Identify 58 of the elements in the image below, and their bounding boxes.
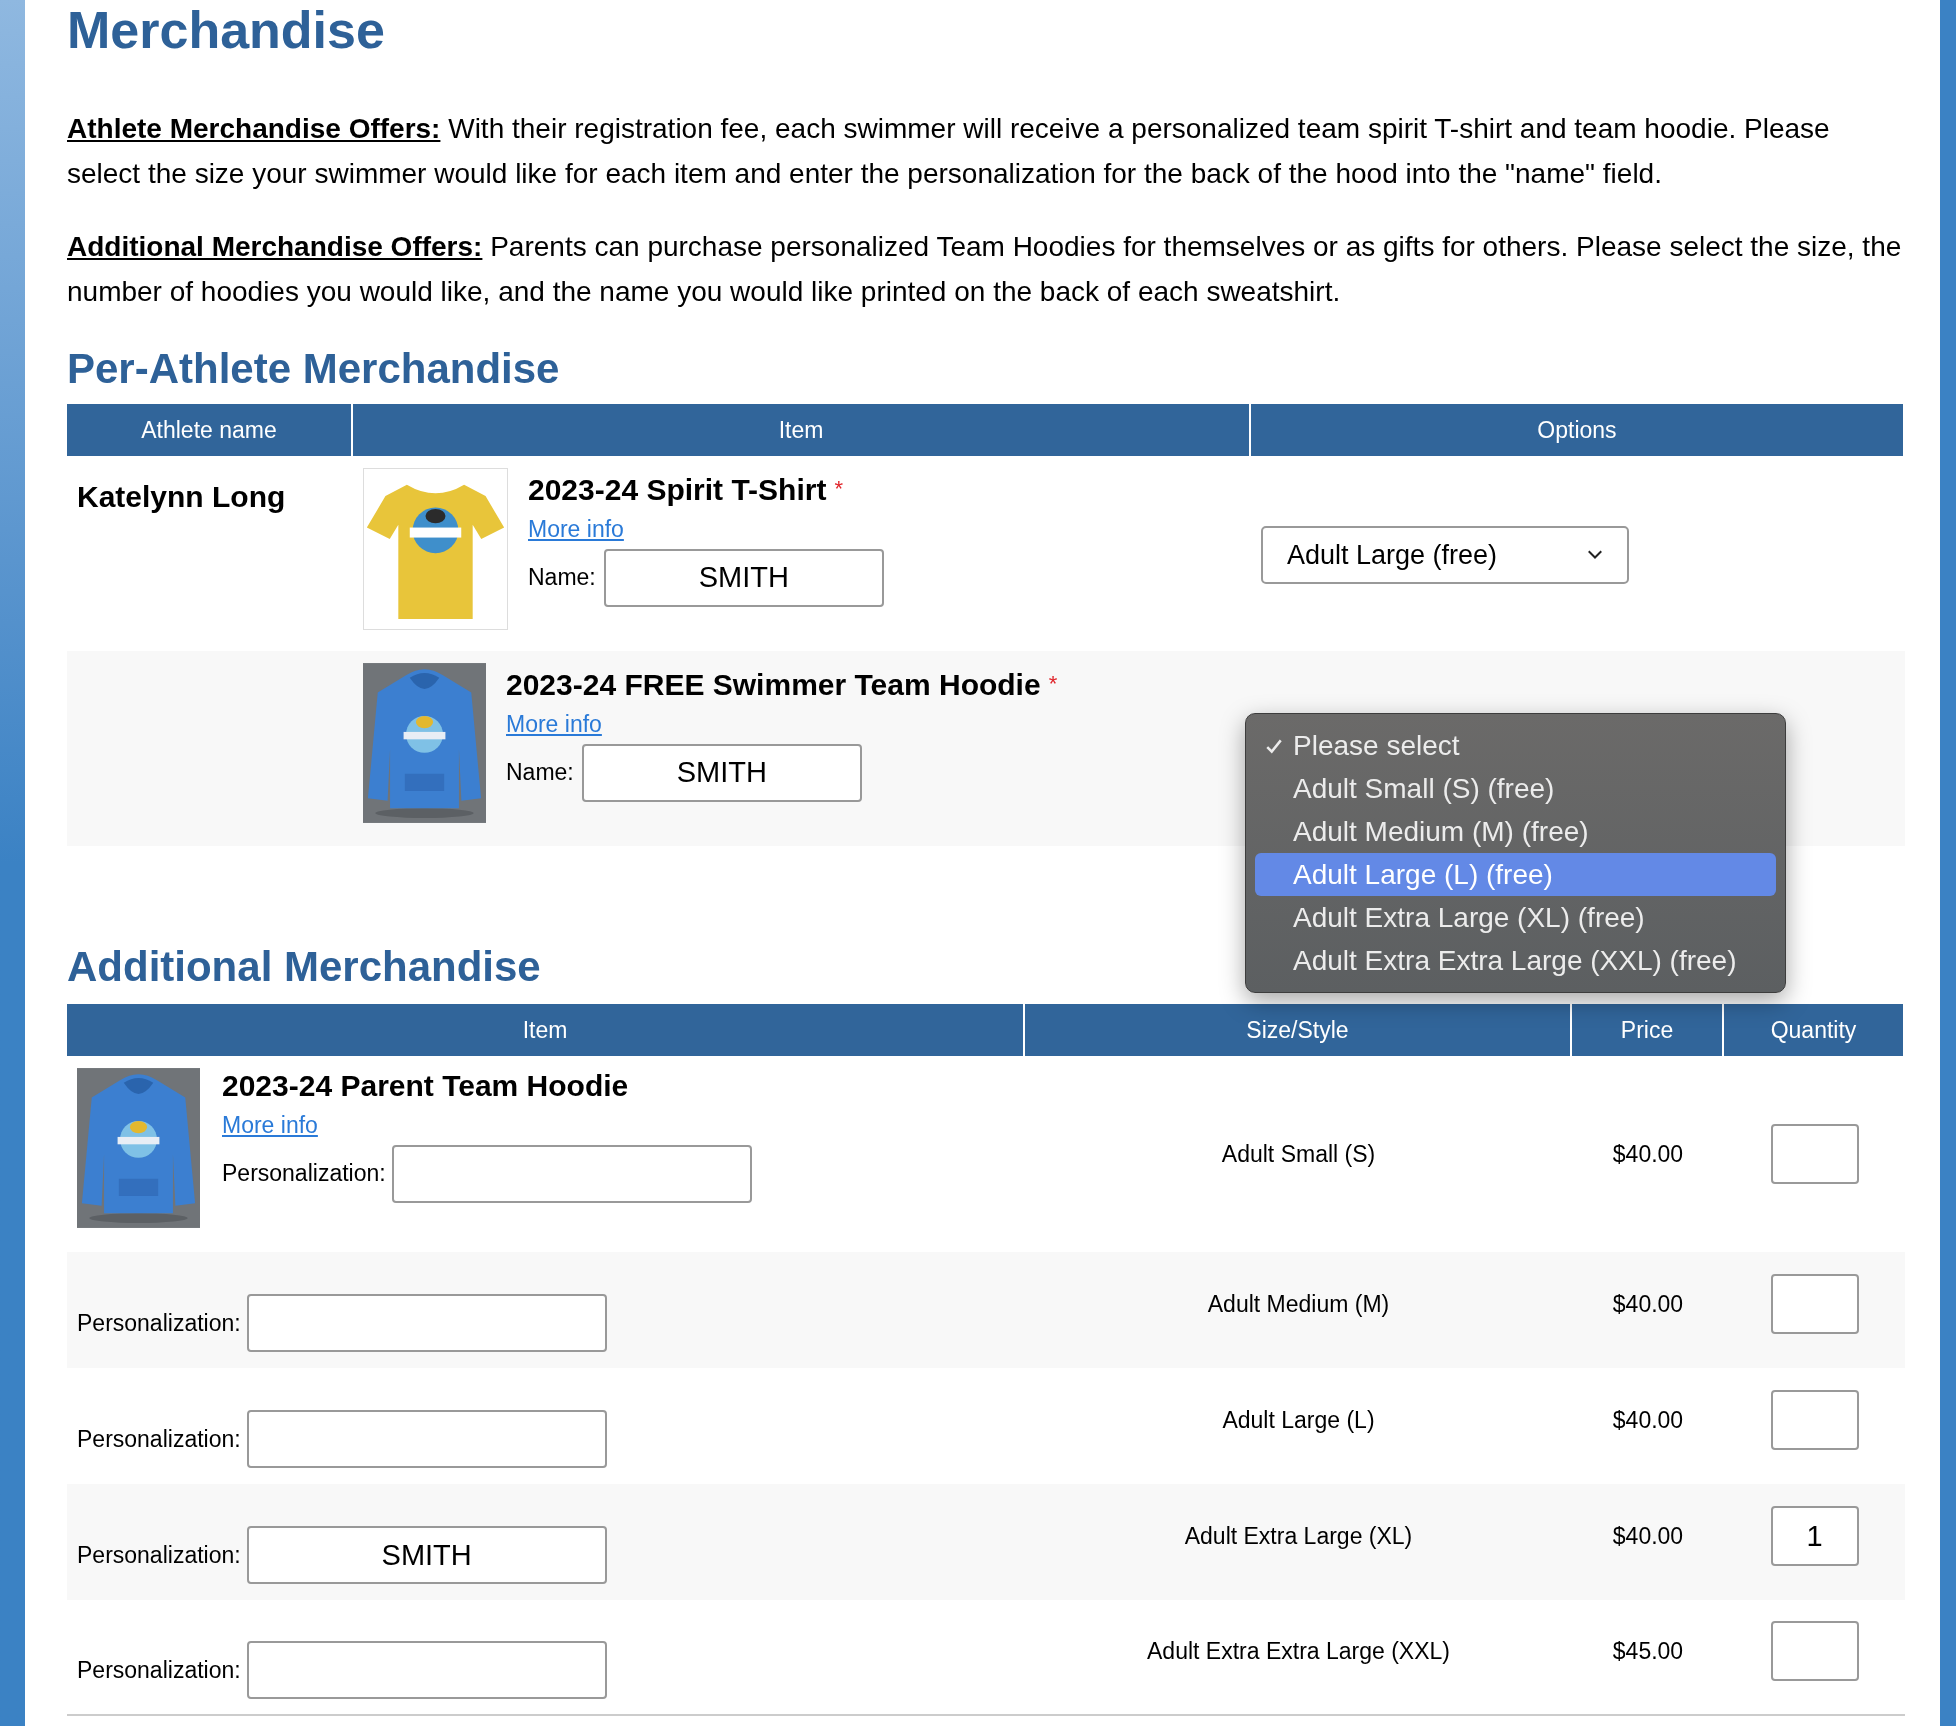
personalization-field[interactable] — [246, 1410, 607, 1468]
more-info-link[interactable]: More info — [506, 707, 602, 742]
personalization-field[interactable]: SMITH — [246, 1526, 607, 1584]
required-mark: * — [834, 475, 843, 503]
menu-option[interactable]: Adult Extra Large (XL) (free) — [1255, 896, 1776, 939]
personalization-label: Personalization: — [77, 1424, 241, 1454]
column-header: Size/Style — [1025, 1004, 1572, 1056]
menu-option[interactable]: Adult Small (S) (free) — [1255, 767, 1776, 810]
intro-paragraph: Athlete Merchandise Offers: With their registration fee, each swimmer will receive a personalized team spirit T-shirt and team hoodie. Please select the size your swimmer would like for each item and enter the personalization for the back of the hood into the "name" field. — [67, 112, 1831, 191]
menu-option[interactable]: Please select — [1255, 724, 1776, 767]
column-header: Item — [353, 404, 1251, 456]
size-label: Adult Medium (M) — [1207, 1289, 1390, 1319]
more-info-link[interactable]: More info — [222, 1108, 318, 1143]
name-field[interactable]: SMITH — [603, 548, 884, 607]
page-title: Merchandise — [67, 4, 385, 56]
size-label: Adult Small (S) — [1221, 1139, 1376, 1169]
item-title: 2023-24 Parent Team Hoodie — [222, 1068, 629, 1104]
item-title: 2023-24 Spirit T-Shirt — [528, 472, 827, 508]
column-header: Item — [67, 1004, 1025, 1056]
menu-option[interactable]: Adult Medium (M) (free) — [1255, 810, 1776, 853]
quantity-field[interactable] — [1770, 1124, 1859, 1184]
required-mark: * — [1048, 670, 1058, 698]
menu-option[interactable]: Adult Extra Extra Large (XXL) (free) — [1255, 939, 1776, 982]
name-label: Name: — [506, 758, 574, 788]
name-field[interactable]: SMITH — [581, 743, 862, 802]
size-label: Adult Extra Large (XL) — [1184, 1521, 1413, 1551]
intro-paragraph: Additional Merchandise Offers: Parents can purchase personalized Team Hoodies for themselves or as gifts for others. Please select the size, the number of hoodies you would like, and the name you would like printed on the back of each sweatshirt. — [67, 230, 1903, 309]
size-label: Adult Extra Extra Large (XXL) — [1147, 1636, 1450, 1666]
column-header: Quantity — [1724, 1004, 1905, 1056]
price: $40.00 — [1612, 1289, 1684, 1319]
chevron-down-icon — [1587, 550, 1603, 560]
menu-option[interactable]: Adult Large (L) (free) — [1255, 853, 1776, 896]
personalization-label: Personalization: — [77, 1655, 241, 1685]
personalization-field[interactable] — [246, 1294, 607, 1352]
quantity-field[interactable] — [1770, 1274, 1859, 1334]
price: $40.00 — [1612, 1405, 1684, 1435]
item-title: 2023-24 FREE Swimmer Team Hoodie — [506, 667, 1041, 703]
column-header: Price — [1572, 1004, 1724, 1056]
personalization-field[interactable] — [246, 1641, 607, 1699]
quantity-field[interactable] — [1770, 1621, 1859, 1681]
athlete-name: Katelynn Long — [77, 480, 286, 513]
name-label: Name: — [528, 563, 596, 593]
quantity-field[interactable] — [1770, 1390, 1859, 1450]
price: $40.00 — [1612, 1521, 1684, 1551]
section-heading: Additional Merchandise — [67, 946, 541, 988]
column-header: Athlete name — [67, 404, 353, 456]
personalization-label: Personalization: — [77, 1308, 241, 1338]
price: $45.00 — [1612, 1636, 1684, 1666]
section-heading: Per-Athlete Merchandise — [67, 348, 560, 390]
personalization-label: Personalization: — [222, 1159, 386, 1189]
quantity-field[interactable]: 1 — [1770, 1506, 1859, 1566]
more-info-link[interactable]: More info — [528, 512, 624, 547]
column-header: Options — [1251, 404, 1905, 456]
personalization-field[interactable] — [391, 1144, 752, 1203]
size-label: Adult Large (L) — [1222, 1405, 1375, 1435]
price: $40.00 — [1612, 1139, 1684, 1169]
personalization-label: Personalization: — [77, 1540, 241, 1570]
size-select[interactable]: Adult Large (free) — [1261, 526, 1629, 584]
